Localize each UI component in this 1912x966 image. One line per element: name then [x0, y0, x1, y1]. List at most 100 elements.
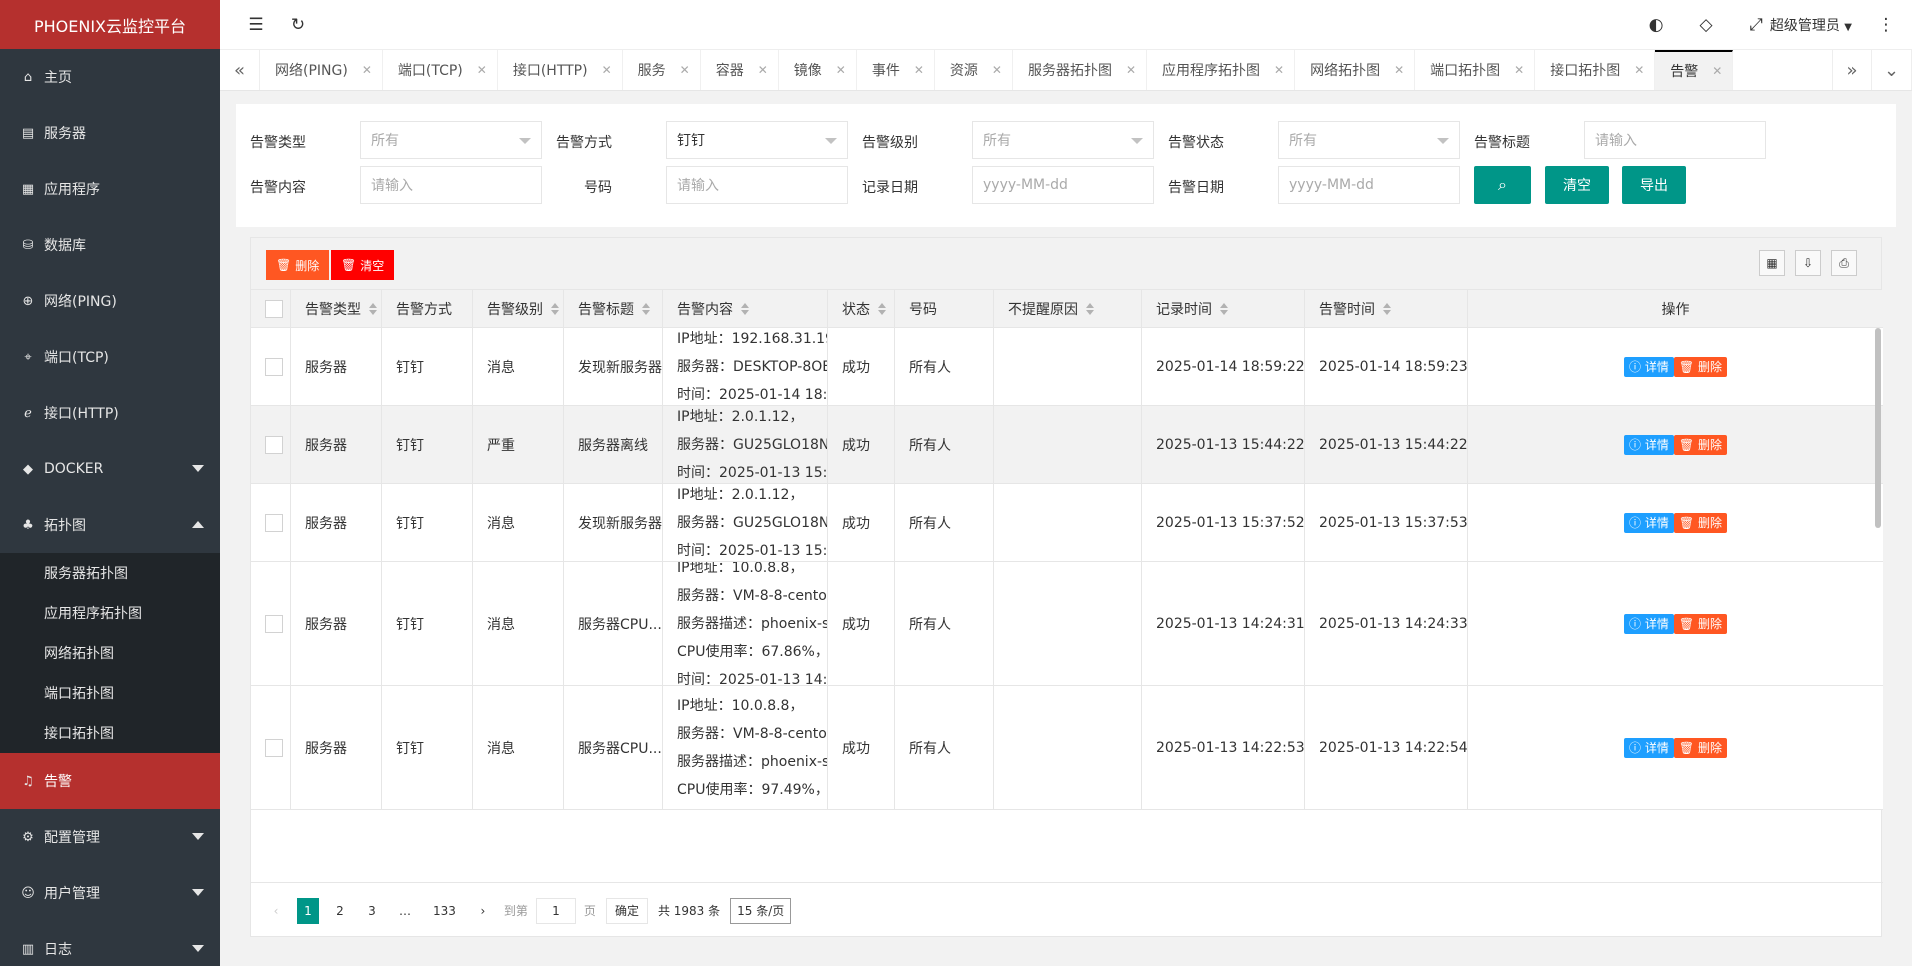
sidebar-item[interactable]: ▥ 日志 [0, 921, 220, 966]
sidebar-item[interactable]: ⌂ 主页 [0, 49, 220, 105]
row-checkbox[interactable] [265, 435, 283, 454]
tab[interactable]: 应用程序拓扑图 ✕ [1147, 50, 1296, 90]
alarm-title-input[interactable]: 请输入 [1584, 121, 1766, 159]
tab[interactable]: 镜像 ✕ [779, 50, 857, 90]
delete-button[interactable]: 🗑 删除 [1673, 434, 1727, 455]
column-header[interactable]: 告警级别 [473, 290, 564, 328]
page-size-select[interactable]: 15 条/页 [730, 897, 792, 924]
close-icon[interactable]: ✕ [680, 63, 690, 77]
page-number[interactable]: 2 [329, 898, 351, 924]
sort-icon[interactable] [741, 303, 749, 315]
alarm-status-select[interactable]: 所有 [1278, 121, 1460, 159]
sidebar-item[interactable]: ℯ 接口(HTTP) [0, 385, 220, 441]
tab[interactable]: 端口(TCP) ✕ [383, 50, 498, 90]
theme-icon[interactable]: ◐ [1646, 15, 1666, 35]
sidebar-item[interactable]: ◆ DOCKER [0, 441, 220, 497]
sidebar-item[interactable]: ⌖ 端口(TCP) [0, 329, 220, 385]
alarm-type-select[interactable]: 所有 [360, 121, 542, 159]
sidebar-item[interactable]: ▤ 服务器 [0, 105, 220, 161]
sidebar-item[interactable]: ♫ 告警 [0, 753, 220, 809]
row-checkbox[interactable] [265, 357, 283, 376]
close-icon[interactable]: ✕ [914, 63, 924, 77]
page-last[interactable]: 133 [427, 898, 462, 924]
user-menu[interactable]: 超级管理员 ▼ [1770, 15, 1852, 35]
column-header[interactable]: 告警内容 [663, 290, 828, 328]
row-checkbox[interactable] [265, 513, 283, 532]
sort-icon[interactable] [1220, 303, 1228, 315]
alarm-date-input[interactable]: yyyy-MM-dd [1278, 166, 1460, 204]
tab[interactable]: 服务 ✕ [623, 50, 701, 90]
goto-page-input[interactable]: 1 [535, 897, 576, 924]
sort-icon[interactable] [1383, 303, 1391, 315]
alarm-method-select[interactable]: 钉钉 [666, 121, 848, 159]
tab[interactable]: 网络拓扑图 ✕ [1295, 50, 1416, 90]
tab[interactable]: 容器 ✕ [701, 50, 779, 90]
select-all-checkbox[interactable] [265, 300, 283, 318]
tab-next-icon[interactable]: » [1832, 50, 1872, 90]
column-header[interactable]: 告警方式 [382, 290, 473, 328]
tab-prev-icon[interactable]: « [220, 50, 260, 90]
alarm-content-input[interactable]: 请输入 [360, 166, 542, 204]
menu-collapse-icon[interactable]: ☰ [246, 15, 266, 35]
sidebar-item[interactable]: ♣ 拓扑图 [0, 497, 220, 553]
tab[interactable]: 接口拓扑图 ✕ [1535, 50, 1656, 90]
tag-icon[interactable]: ◇ [1696, 15, 1716, 35]
page-number[interactable]: 3 [361, 898, 383, 924]
column-header[interactable]: 记录时间 [1142, 290, 1305, 328]
close-icon[interactable]: ✕ [477, 63, 487, 77]
page-number[interactable]: 1 [297, 897, 319, 924]
close-icon[interactable]: ✕ [1126, 63, 1136, 77]
close-icon[interactable]: ✕ [836, 63, 846, 77]
prev-page-icon[interactable]: ‹ [265, 898, 287, 924]
table-row[interactable]: 服务器 钉钉 消息 发现新服务器 IP地址：2.0.1.12， 服务器：GU25GLO18… [251, 484, 1883, 562]
tab[interactable]: 接口(HTTP) ✕ [498, 50, 623, 90]
submenu-item[interactable]: 服务器拓扑图 [0, 553, 220, 593]
close-icon[interactable]: ✕ [1274, 63, 1284, 77]
close-icon[interactable]: ✕ [758, 63, 768, 77]
clear-all-button[interactable]: 🗑 清空 [331, 250, 395, 280]
sidebar-item[interactable]: ⊕ 网络(PING) [0, 273, 220, 329]
close-icon[interactable]: ✕ [1514, 63, 1524, 77]
batch-delete-button[interactable]: 🗑 删除 [266, 250, 330, 280]
delete-button[interactable]: 🗑 删除 [1673, 613, 1727, 634]
submenu-item[interactable]: 应用程序拓扑图 [0, 593, 220, 633]
tab[interactable]: 端口拓扑图 ✕ [1415, 50, 1536, 90]
more-icon[interactable]: ⋮ [1876, 15, 1896, 35]
next-page-icon[interactable]: › [472, 898, 494, 924]
export-table-icon[interactable]: ⇩ [1795, 250, 1821, 276]
tab-menu-icon[interactable]: ⌄ [1872, 50, 1912, 90]
search-button[interactable]: ⌕ [1474, 166, 1531, 204]
number-input[interactable]: 请输入 [666, 166, 848, 204]
submenu-item[interactable]: 接口拓扑图 [0, 713, 220, 753]
table-row[interactable]: 服务器 钉钉 消息 服务器CPU... IP地址：10.0.8.8， 服务器：VM-8-8… [251, 562, 1883, 686]
column-header[interactable]: 告警类型 [291, 290, 382, 328]
column-header[interactable]: 操作 [1468, 290, 1883, 328]
record-date-input[interactable]: yyyy-MM-dd [972, 166, 1154, 204]
delete-button[interactable]: 🗑 删除 [1673, 356, 1727, 377]
goto-confirm-button[interactable]: 确定 [605, 897, 648, 924]
sidebar-item[interactable]: ⚙ 配置管理 [0, 809, 220, 865]
delete-button[interactable]: 🗑 删除 [1673, 737, 1727, 758]
table-scrollbar[interactable] [1875, 328, 1881, 528]
export-button[interactable]: 导出 [1622, 166, 1686, 204]
columns-icon[interactable]: ▦ [1759, 250, 1785, 276]
submenu-item[interactable]: 网络拓扑图 [0, 633, 220, 673]
close-icon[interactable]: ✕ [1634, 63, 1644, 77]
sort-icon[interactable] [1086, 303, 1094, 315]
detail-button[interactable]: ⓘ 详情 [1624, 737, 1674, 758]
sidebar-item[interactable]: ☺ 用户管理 [0, 865, 220, 921]
column-header[interactable]: 状态 [828, 290, 895, 328]
print-icon[interactable]: ⎙ [1831, 250, 1857, 276]
close-icon[interactable]: ✕ [602, 63, 612, 77]
sort-icon[interactable] [878, 303, 886, 315]
detail-button[interactable]: ⓘ 详情 [1624, 434, 1674, 455]
table-row[interactable]: 服务器 钉钉 消息 服务器CPU... IP地址：10.0.8.8， 服务器：VM-8-8… [251, 686, 1883, 810]
tab[interactable]: 网络(PING) ✕ [260, 50, 383, 90]
table-row[interactable]: 服务器 钉钉 严重 服务器离线 IP地址：2.0.1.12， 服务器：GU25GLO18N… [251, 406, 1883, 484]
column-header[interactable]: 号码 [895, 290, 994, 328]
sort-icon[interactable] [551, 303, 559, 315]
sidebar-item[interactable]: ⛁ 数据库 [0, 217, 220, 273]
delete-button[interactable]: 🗑 删除 [1673, 512, 1727, 533]
fullscreen-icon[interactable]: ⤢ [1746, 15, 1766, 35]
close-icon[interactable]: ✕ [1712, 64, 1722, 78]
